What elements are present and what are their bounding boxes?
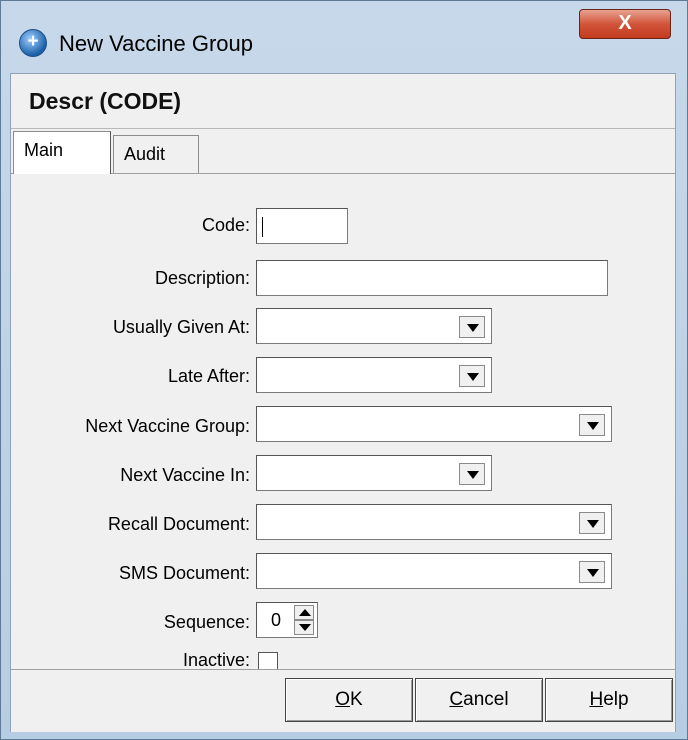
dropdown-arrow-icon[interactable] bbox=[459, 365, 485, 387]
app-plus-icon: + bbox=[19, 29, 47, 57]
dropdown-arrow-icon[interactable] bbox=[579, 512, 605, 534]
dropdown-arrow-icon[interactable] bbox=[579, 561, 605, 583]
next-vaccine-group-label: Next Vaccine Group: bbox=[85, 416, 250, 436]
next-vaccine-group-dropdown[interactable] bbox=[256, 406, 612, 442]
code-input[interactable] bbox=[256, 208, 348, 244]
recall-document-label: Recall Document: bbox=[107, 514, 250, 534]
usually-given-at-dropdown[interactable] bbox=[256, 308, 492, 344]
window-title: New Vaccine Group bbox=[59, 31, 254, 56]
spin-up-icon[interactable] bbox=[294, 605, 314, 620]
dropdown-arrow-icon[interactable] bbox=[459, 316, 485, 338]
help-mnemonic: H bbox=[589, 689, 604, 710]
sequence-spinner[interactable]: 0 bbox=[256, 602, 318, 638]
text-caret bbox=[262, 217, 263, 237]
dialog-client: Descr (CODE) Main Audit Code: Descriptio… bbox=[10, 73, 676, 732]
sms-document-label: SMS Document: bbox=[118, 563, 250, 583]
tab-audit[interactable]: Audit bbox=[113, 135, 199, 173]
description-input[interactable] bbox=[256, 260, 608, 296]
cancel-button[interactable]: Cancel bbox=[415, 678, 543, 722]
main-tab-panel: Code: Description: Usually Given At: Lat… bbox=[11, 174, 675, 672]
title-bar[interactable]: + New Vaccine Group X bbox=[1, 1, 687, 73]
sequence-value: 0 bbox=[271, 610, 282, 630]
dropdown-arrow-icon[interactable] bbox=[579, 414, 605, 436]
usually-given-at-label: Usually Given At: bbox=[112, 317, 250, 337]
help-label-rest: elp bbox=[603, 689, 629, 710]
dropdown-arrow-icon[interactable] bbox=[459, 463, 485, 485]
record-title: Descr (CODE) bbox=[29, 88, 182, 114]
ok-label-rest: K bbox=[350, 689, 363, 710]
description-label: Description: bbox=[154, 268, 250, 288]
help-button[interactable]: Help bbox=[545, 678, 673, 722]
cancel-label-rest: ancel bbox=[463, 689, 509, 710]
dialog-header: Descr (CODE) bbox=[11, 74, 675, 129]
sequence-label: Sequence: bbox=[163, 612, 250, 632]
dialog-window: + New Vaccine Group X Descr (CODE) Main … bbox=[0, 0, 688, 740]
tab-main-label: Main bbox=[24, 140, 64, 160]
late-after-dropdown[interactable] bbox=[256, 357, 492, 393]
code-label: Code: bbox=[201, 215, 250, 235]
ok-mnemonic: O bbox=[335, 689, 351, 710]
next-vaccine-in-dropdown[interactable] bbox=[256, 455, 492, 491]
tab-strip: Main Audit bbox=[11, 129, 675, 174]
tab-main[interactable]: Main bbox=[13, 131, 111, 174]
close-button[interactable]: X bbox=[579, 9, 671, 39]
sms-document-dropdown[interactable] bbox=[256, 553, 612, 589]
recall-document-dropdown[interactable] bbox=[256, 504, 612, 540]
spin-down-icon[interactable] bbox=[294, 620, 314, 635]
button-bar: OK Cancel Help bbox=[11, 669, 675, 732]
late-after-label: Late After: bbox=[167, 366, 250, 386]
tab-audit-label: Audit bbox=[124, 144, 166, 164]
inactive-label: Inactive: bbox=[182, 650, 250, 670]
ok-button[interactable]: OK bbox=[285, 678, 413, 722]
spin-buttons bbox=[294, 605, 314, 635]
cancel-mnemonic: C bbox=[449, 689, 464, 710]
next-vaccine-in-label: Next Vaccine In: bbox=[120, 465, 250, 485]
